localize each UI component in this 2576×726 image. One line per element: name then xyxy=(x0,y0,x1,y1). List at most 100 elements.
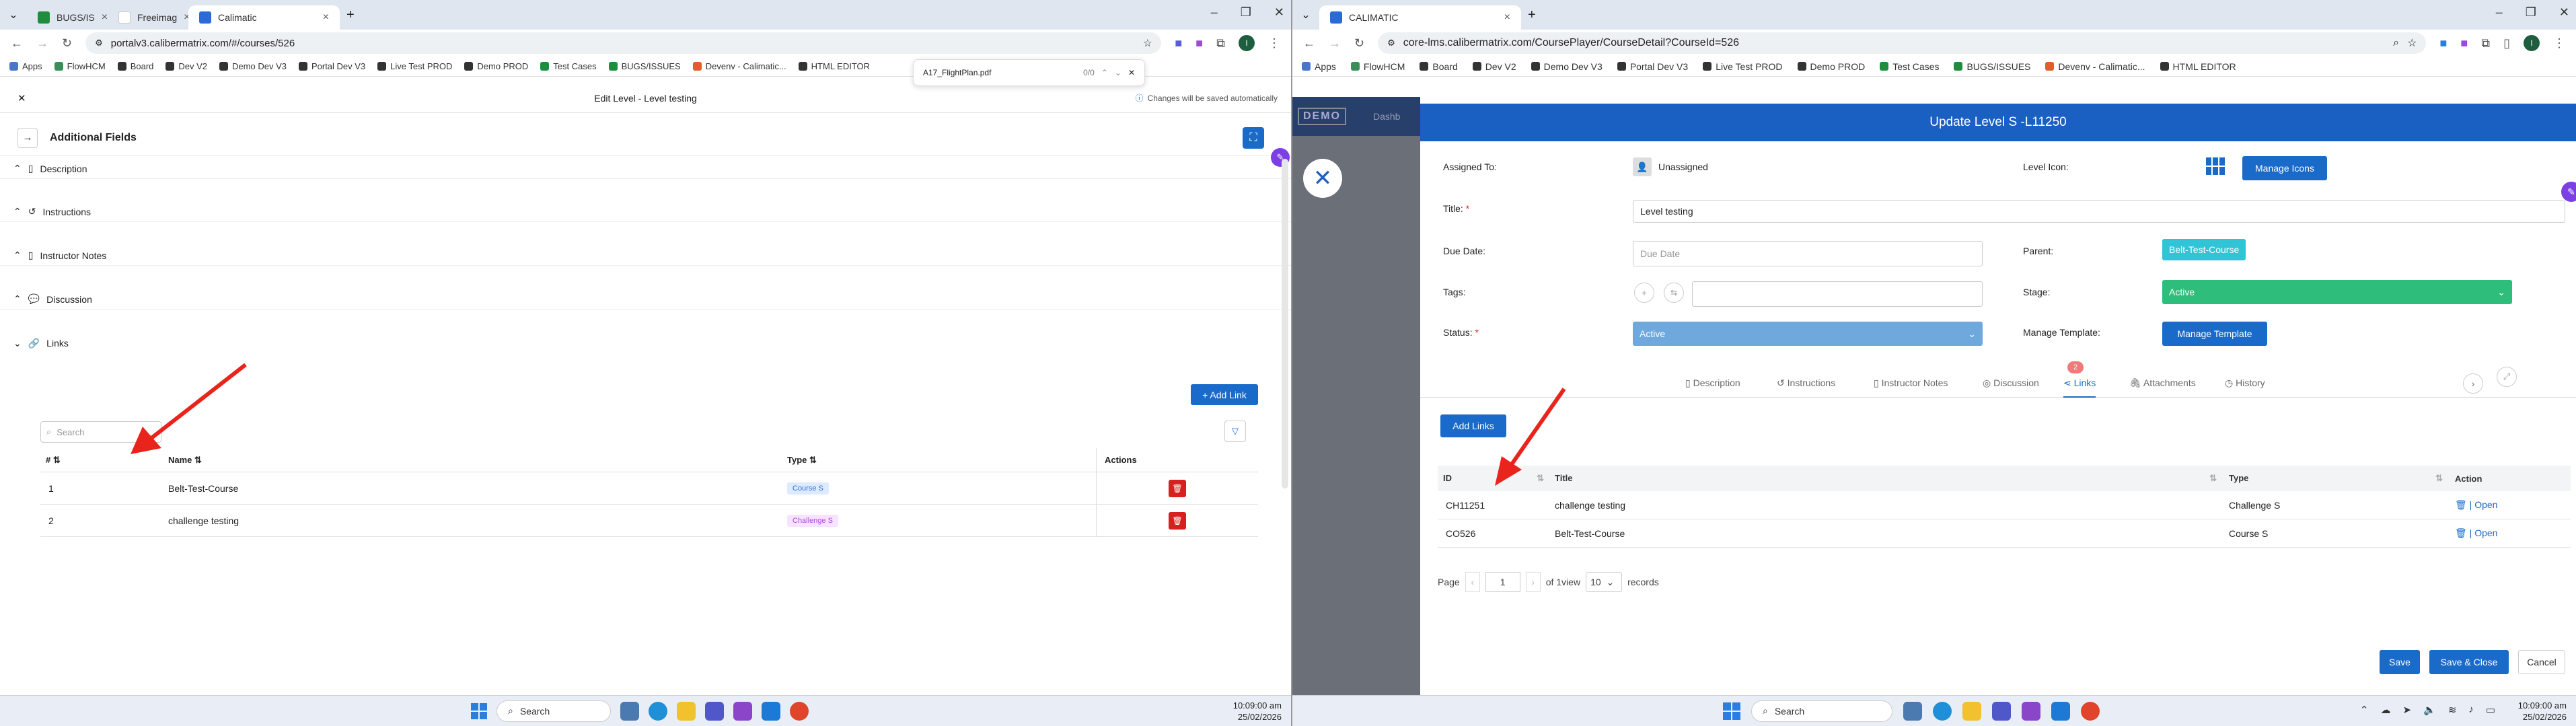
bookmark[interactable]: Devenv - Calimatic... xyxy=(2045,61,2145,72)
parent-badge[interactable]: Belt-Test-Course xyxy=(2162,239,2246,260)
chevron-down-icon[interactable]: ⌄ xyxy=(1115,68,1121,77)
bookmark[interactable]: Live Test PROD xyxy=(1703,61,1783,72)
restore-icon[interactable]: ❐ xyxy=(2526,5,2536,20)
bookmark[interactable]: Demo Dev V3 xyxy=(1531,61,1603,72)
chrome-icon[interactable] xyxy=(2081,701,2100,721)
browser-tab[interactable]: Freeimag × xyxy=(108,5,188,30)
bookmark[interactable]: BUGS/ISSUES xyxy=(1954,61,2030,72)
section-description[interactable]: ⌃ ▯ Description xyxy=(0,159,1291,179)
prev-page-icon[interactable]: ‹ xyxy=(1465,572,1480,592)
close-window-icon[interactable]: ✕ xyxy=(2559,5,2569,20)
bookmark[interactable]: Demo PROD xyxy=(464,61,528,71)
extension-icon[interactable]: ■ xyxy=(2460,36,2468,50)
reload-icon[interactable]: ↻ xyxy=(1354,36,1364,50)
col-title[interactable]: Title ⇅ xyxy=(1549,473,2222,484)
profile-avatar[interactable]: I xyxy=(1239,35,1255,51)
sound-icon[interactable]: 🔈 xyxy=(2423,704,2436,716)
bookmark[interactable]: Demo Dev V3 xyxy=(219,61,287,71)
edge-icon[interactable] xyxy=(1933,701,1952,721)
wifi-icon[interactable]: ≋ xyxy=(2448,704,2457,716)
teams-icon[interactable] xyxy=(1992,701,2011,721)
add-link-button[interactable]: + Add Link xyxy=(1191,384,1258,405)
volume-icon[interactable]: ♪ xyxy=(2468,704,2474,716)
site-info-icon[interactable]: ⚙ xyxy=(1387,38,1395,48)
close-modal-button[interactable]: ✕ xyxy=(1303,159,1342,198)
site-info-icon[interactable]: ⚙ xyxy=(95,38,103,48)
open-link[interactable]: 🗑 | Open xyxy=(2448,528,2497,539)
trash-icon[interactable]: 🗑 xyxy=(2455,499,2467,510)
cancel-button[interactable]: Cancel xyxy=(2518,650,2565,674)
next-page-icon[interactable]: › xyxy=(1525,572,1541,592)
manage-icons-button[interactable]: Manage Icons xyxy=(2242,156,2327,180)
browser-tab-active[interactable]: Calimatic × xyxy=(188,5,340,30)
file-explorer-icon[interactable] xyxy=(1962,701,1981,721)
chrome-icon[interactable] xyxy=(790,701,809,721)
forward-icon[interactable]: → xyxy=(36,36,48,50)
widget-icon[interactable] xyxy=(1903,701,1922,721)
teams-icon[interactable] xyxy=(705,701,724,721)
tab-history[interactable]: ◷ History xyxy=(2225,377,2265,389)
open-link[interactable]: 🗑 | Open xyxy=(2448,499,2497,511)
due-date-input[interactable]: Due Date xyxy=(1633,241,1983,266)
file-explorer-icon[interactable] xyxy=(677,701,696,721)
onedrive-icon[interactable]: ☁ xyxy=(2380,704,2390,716)
browser-tab-active[interactable]: CALIMATIC × xyxy=(1319,5,1521,30)
bookmark[interactable]: HTML EDITOR xyxy=(2160,61,2236,72)
tags-input[interactable] xyxy=(1692,281,1983,307)
new-tab-icon[interactable]: + xyxy=(1528,7,1536,23)
manage-template-button[interactable]: Manage Template xyxy=(2162,322,2267,346)
delete-button[interactable]: 🗑 xyxy=(1169,511,1186,530)
close-icon[interactable]: × xyxy=(323,11,329,24)
expand-button[interactable]: ⛶ xyxy=(1243,126,1264,149)
bookmark[interactable]: Test Cases xyxy=(1880,61,1939,72)
back-icon[interactable]: ← xyxy=(1303,36,1315,50)
chevron-up-icon[interactable]: ⌃ xyxy=(2360,704,2369,716)
taskbar-search[interactable]: ⌕ Search xyxy=(1751,700,1892,722)
bookmark[interactable]: Devenv - Calimatic... xyxy=(692,61,786,71)
zoom-icon[interactable]: ⌕ xyxy=(2393,37,2399,49)
col-type[interactable]: Type ⇅ xyxy=(2222,473,2448,484)
page-size-select[interactable]: 10 ⌄ xyxy=(1586,572,1623,592)
bookmark[interactable]: Apps xyxy=(9,61,42,71)
tab-links[interactable]: ⋖ Links 2 xyxy=(2063,361,2096,398)
tab-search-icon[interactable]: ⌄ xyxy=(1292,8,1319,22)
kebab-menu-icon[interactable]: ⋮ xyxy=(1268,36,1280,50)
widget-icon[interactable] xyxy=(620,701,639,721)
arrow-right-icon[interactable]: → xyxy=(17,127,38,148)
save-close-button[interactable]: Save & Close xyxy=(2429,650,2509,674)
restore-icon[interactable]: ❐ xyxy=(1241,5,1251,20)
section-links[interactable]: ⌄ 🔗 Links xyxy=(0,333,1291,353)
stage-select[interactable]: Active ⌄ xyxy=(2162,280,2512,304)
address-bar[interactable]: ⚙ core-lms.calibermatrix.com/CoursePlaye… xyxy=(1378,32,2427,54)
tab-discussion[interactable]: ◎ Discussion xyxy=(1983,377,2039,389)
expand-icon[interactable]: ⤢ xyxy=(2497,367,2517,387)
bookmark[interactable]: Board xyxy=(117,61,153,71)
page-input[interactable]: 1 xyxy=(1485,572,1520,592)
close-icon[interactable]: × xyxy=(1504,11,1510,24)
bookmark[interactable]: FlowHCM xyxy=(54,61,106,71)
bookmark[interactable]: HTML EDITOR xyxy=(798,61,870,71)
bookmark[interactable]: Demo PROD xyxy=(1797,61,1865,72)
bookmark[interactable]: Portal Dev V3 xyxy=(1617,61,1688,72)
col-type[interactable]: Type ⇅ xyxy=(787,447,1097,472)
visual-studio-icon[interactable] xyxy=(2022,701,2040,721)
back-icon[interactable]: ← xyxy=(11,36,23,50)
bookmark[interactable]: Dev V2 xyxy=(1472,61,1516,72)
save-button[interactable]: Save xyxy=(2380,650,2420,674)
extension-icon[interactable]: ■ xyxy=(1175,36,1182,50)
tab-instructor-notes[interactable]: ▯ Instructor Notes xyxy=(1874,377,1948,389)
bookmark[interactable]: Apps xyxy=(1302,61,1336,72)
edit-fab-icon[interactable]: ✎ xyxy=(2561,182,2576,202)
title-input[interactable]: Level testing xyxy=(1633,200,2565,223)
vscode-icon[interactable] xyxy=(2051,701,2070,721)
reload-icon[interactable]: ↻ xyxy=(62,36,72,50)
share-tag-icon[interactable]: ⇆ xyxy=(1664,283,1684,303)
bookmark[interactable]: Board xyxy=(1420,61,1458,72)
close-window-icon[interactable]: ✕ xyxy=(1274,5,1284,20)
edge-icon[interactable] xyxy=(649,701,667,721)
windows-start-icon[interactable] xyxy=(1723,702,1740,720)
send-icon[interactable]: ➤ xyxy=(2402,704,2411,716)
close-icon[interactable]: ✕ xyxy=(1128,68,1135,77)
col-name[interactable]: Name ⇅ xyxy=(168,455,787,466)
section-instructor-notes[interactable]: ⌃ ▯ Instructor Notes xyxy=(0,246,1291,266)
